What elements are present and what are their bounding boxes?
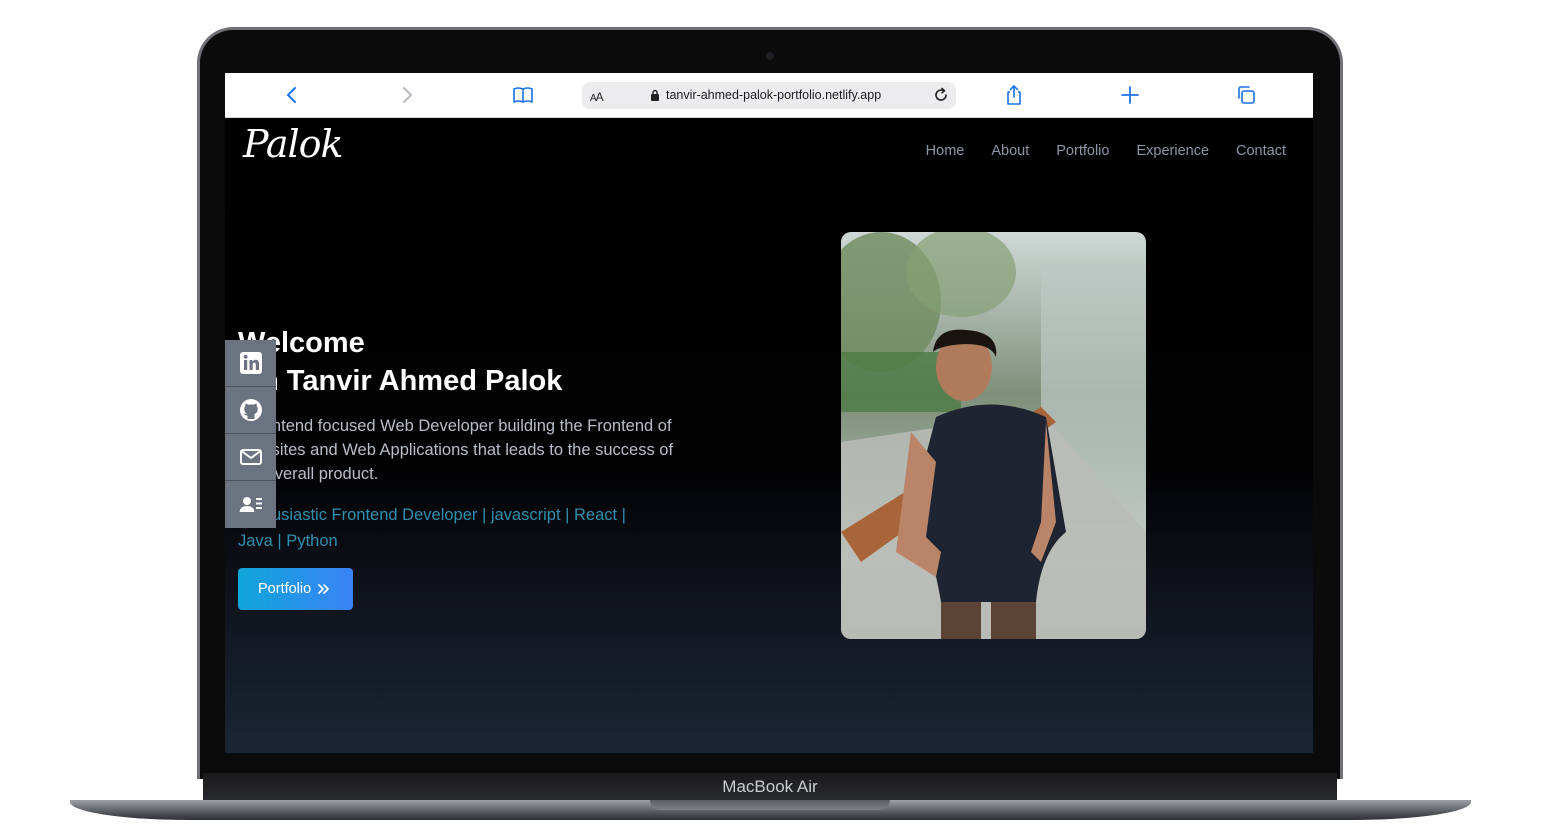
url-text: tanvir-ahmed-palok-portfolio.netlify.app xyxy=(666,88,882,102)
hero-typed-text: Enthusiastic Frontend Developer | javasc… xyxy=(238,506,626,550)
hero-description: A frontend focused Web Developer buildin… xyxy=(238,417,674,483)
github-link[interactable] xyxy=(225,387,276,434)
browser-toolbar: AA tanvir-ahmed-palok-portfolio.netlify.… xyxy=(225,73,1313,118)
double-chevron-right-icon xyxy=(318,584,330,594)
nav-contact[interactable]: Contact xyxy=(1236,143,1286,159)
resume-icon xyxy=(239,496,262,512)
nav-experience[interactable]: Experience xyxy=(1136,143,1209,159)
portfolio-button-label: Portfolio xyxy=(258,581,312,597)
laptop-hinge: MacBook Air xyxy=(203,773,1337,801)
main-nav: Home About Portfolio Experience Contact xyxy=(926,143,1286,159)
portfolio-site: Palok Home About Portfolio Experience Co… xyxy=(225,118,1313,753)
social-sidebar xyxy=(225,340,276,528)
tabs-icon[interactable] xyxy=(1235,84,1257,106)
laptop-base-notch xyxy=(650,800,890,810)
nav-home[interactable]: Home xyxy=(926,143,965,159)
reload-icon[interactable] xyxy=(932,86,950,104)
screen: AA tanvir-ahmed-palok-portfolio.netlify.… xyxy=(225,73,1313,753)
site-logo[interactable]: Palok xyxy=(243,122,344,166)
resume-link[interactable] xyxy=(225,481,276,528)
mail-icon xyxy=(239,449,262,465)
bookmarks-icon[interactable] xyxy=(512,84,534,106)
email-link[interactable] xyxy=(225,434,276,481)
hero-title-line-1: Welcome xyxy=(238,327,365,359)
share-icon[interactable] xyxy=(1003,84,1025,106)
hero-title: Welcome I'm Tanvir Ahmed Palok xyxy=(238,324,688,400)
hero-title-line-2: I'm Tanvir Ahmed Palok xyxy=(238,365,563,397)
reader-mode-icon[interactable]: AA xyxy=(590,90,604,104)
hero-section: Welcome I'm Tanvir Ahmed Palok A fronten… xyxy=(238,324,688,610)
linkedin-link[interactable] xyxy=(225,340,276,387)
new-tab-icon[interactable] xyxy=(1119,84,1141,106)
forward-icon[interactable] xyxy=(396,84,418,106)
device-label: MacBook Air xyxy=(722,777,818,796)
github-icon xyxy=(239,399,262,421)
nav-about[interactable]: About xyxy=(991,143,1029,159)
address-bar[interactable]: AA tanvir-ahmed-palok-portfolio.netlify.… xyxy=(582,82,956,109)
back-icon[interactable] xyxy=(281,84,303,106)
profile-photo xyxy=(841,232,1146,639)
nav-portfolio[interactable]: Portfolio xyxy=(1056,143,1109,159)
camera xyxy=(766,52,774,60)
lock-icon xyxy=(651,89,659,101)
linkedin-icon xyxy=(239,352,262,374)
portfolio-button[interactable]: Portfolio xyxy=(238,568,354,610)
